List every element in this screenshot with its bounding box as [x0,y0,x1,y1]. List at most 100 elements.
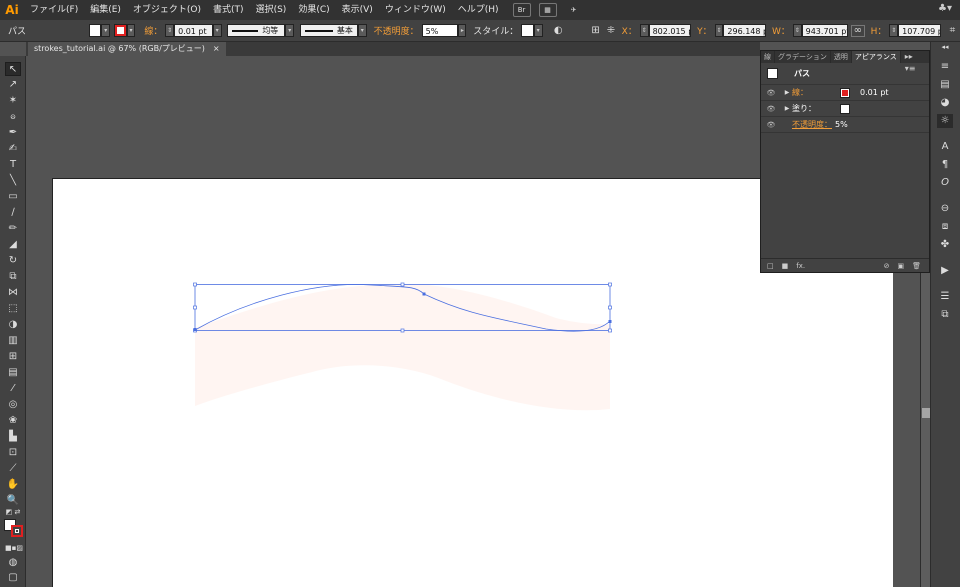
constrain-proportions-icon[interactable]: ∞ [851,24,865,37]
h-label[interactable]: H： [868,24,890,37]
x-field[interactable]: 802.015 pt [648,24,692,37]
w-stepper[interactable]: ⇕ [792,24,802,37]
stroke-weight-stepper[interactable]: ⇕ [165,24,175,37]
bbox-handle-bottom-middle[interactable] [400,328,405,333]
symbols-icon[interactable]: ✤ [937,238,953,252]
recolor-artwork-icon[interactable]: ◐ [551,23,566,39]
h-stepper[interactable]: ⇕ [889,24,899,37]
bridge-button[interactable]: Br [512,3,531,17]
magic-wand-tool-icon[interactable]: ✶ [5,94,21,108]
x-label[interactable]: X： [619,24,640,37]
rotate-tool-icon[interactable]: ↻ [5,254,21,268]
fill-row-label[interactable]: 塗り： [792,103,816,114]
x-stepper[interactable]: ⇕ [639,24,649,37]
actions-icon[interactable]: ▶ [937,264,953,278]
w-field[interactable]: 943.701 pt [801,24,849,37]
anchor-point-end[interactable] [608,320,612,323]
h-field[interactable]: 107.709 pt [898,24,941,37]
eyedropper-tool-icon[interactable]: ⁄ [5,382,21,396]
perspective-grid-tool-icon[interactable]: ▥ [5,334,21,348]
bbox-handle-bottom-right[interactable] [608,328,612,333]
selection-tool-icon[interactable]: ↖ [5,62,21,76]
sync-icon[interactable]: ✈ [565,3,583,17]
artboard-tool-icon[interactable]: ⊡ [5,446,21,460]
menu-edit[interactable]: 編集(E) [84,0,127,20]
visibility-eye-icon[interactable]: 👁 [764,121,778,129]
character-icon[interactable]: A [937,140,953,154]
hand-tool-icon[interactable]: ✋ [5,478,21,492]
column-graph-tool-icon[interactable]: ▙ [5,430,21,444]
bbox-handle-top-middle[interactable] [400,282,405,287]
add-new-stroke-icon[interactable]: □ [767,262,774,270]
scale-tool-icon[interactable]: ⧉ [5,270,21,284]
expand-triangle-icon[interactable]: ▶ [782,89,792,96]
tab-appearance[interactable]: アピアランス [851,51,901,63]
lasso-tool-icon[interactable]: ဓ [5,110,21,124]
fill-row-swatch[interactable] [840,104,850,114]
graphic-style-dropdown[interactable]: ▾ [533,24,543,37]
eraser-tool-icon[interactable]: ◢ [5,238,21,252]
arrange-documents-icon[interactable]: ▦ [538,3,557,17]
stroke-dropdown[interactable]: ▾ [126,24,136,37]
appearance-icon[interactable]: ☼ [937,114,953,128]
paintbrush-tool-icon[interactable]: ∕ [5,206,21,220]
menu-effect[interactable]: 効果(C) [292,0,335,20]
graphic-styles-icon[interactable]: ◕ [937,96,953,110]
menu-help[interactable]: ヘルプ(H) [452,0,505,20]
stroke-swatch[interactable] [114,24,127,37]
blend-tool-icon[interactable]: ◎ [5,398,21,412]
align-icon[interactable]: ⊞ [588,23,603,39]
brush-dropdown[interactable]: ▾ [357,24,367,37]
drawing-mode-icon[interactable]: ◍ [5,556,21,570]
stroke-color-box[interactable] [11,525,23,537]
opacity-row-label[interactable]: 不透明度： [792,119,832,130]
color-mode-icons[interactable]: ■▪▨ [5,541,23,555]
visibility-eye-icon[interactable]: 👁 [764,89,778,97]
y-stepper[interactable]: ⇕ [714,24,724,37]
appearance-row-stroke[interactable]: 👁 ▶ 線： 0.01 pt [761,85,929,101]
brush-definition[interactable]: 基本 [299,24,358,37]
anchor-point[interactable] [422,292,426,296]
tab-stroke[interactable]: 線 [761,51,775,63]
paragraph-icon[interactable]: ¶ [937,158,953,172]
appearance-row-fill[interactable]: 👁 ▶ 塗り： [761,101,929,117]
variable-width-dropdown[interactable]: ▾ [285,24,295,37]
scrollbar-thumb[interactable] [922,408,930,418]
panel-menu-icon[interactable]: ▸▸ ▾≡ [901,51,929,73]
slice-tool-icon[interactable]: ⟋ [5,462,21,476]
visibility-eye-icon[interactable]: 👁 [764,105,778,113]
pencil-tool-icon[interactable]: ✏ [5,222,21,236]
add-new-fill-icon[interactable]: ■ [782,262,789,270]
symbol-sprayer-tool-icon[interactable]: ❀ [5,414,21,428]
duplicate-item-icon[interactable]: ▣ [897,262,904,270]
rectangle-tool-icon[interactable]: ▭ [5,190,21,204]
fill-stroke-indicator[interactable] [4,519,24,537]
delete-item-icon[interactable]: 🗑 [912,262,921,270]
bbox-handle-top-left[interactable] [193,282,197,287]
pen-tool-icon[interactable]: ✒ [5,126,21,140]
y-field[interactable]: 296.148 pt [723,24,766,37]
default-colors-icon[interactable]: ◩ ⇄ [5,508,21,517]
swatches-icon[interactable]: ▤ [937,78,953,92]
mesh-tool-icon[interactable]: ⊞ [5,350,21,364]
free-transform-tool-icon[interactable]: ⬚ [5,302,21,316]
dock-collapse-icon[interactable]: ◂◂ [937,42,953,52]
transform-icon[interactable]: ⌗ [945,23,960,39]
y-label[interactable]: Y： [694,24,715,37]
menu-select[interactable]: 選択(S) [250,0,293,20]
opacity-dropdown[interactable]: ▸ [458,24,467,37]
opacity-label[interactable]: 不透明度： [371,24,422,37]
width-tool-icon[interactable]: ⋈ [5,286,21,300]
opacity-field[interactable]: 5% [421,24,459,37]
bbox-handle-middle-left[interactable] [193,305,197,310]
menu-window[interactable]: ウィンドウ(W) [379,0,452,20]
opentype-icon[interactable]: O [937,176,953,190]
stroke-weight-label[interactable]: 線： [141,24,165,37]
reference-point-icon[interactable]: ⁜ [603,23,618,39]
close-tab-icon[interactable]: × [213,42,220,56]
type-tool-icon[interactable]: T [5,158,21,172]
dock-menu-icon[interactable]: ≡ [937,60,953,74]
anchor-point-start[interactable] [193,328,197,331]
stroke-row-swatch[interactable] [840,88,850,98]
bbox-handle-top-right[interactable] [608,282,612,287]
